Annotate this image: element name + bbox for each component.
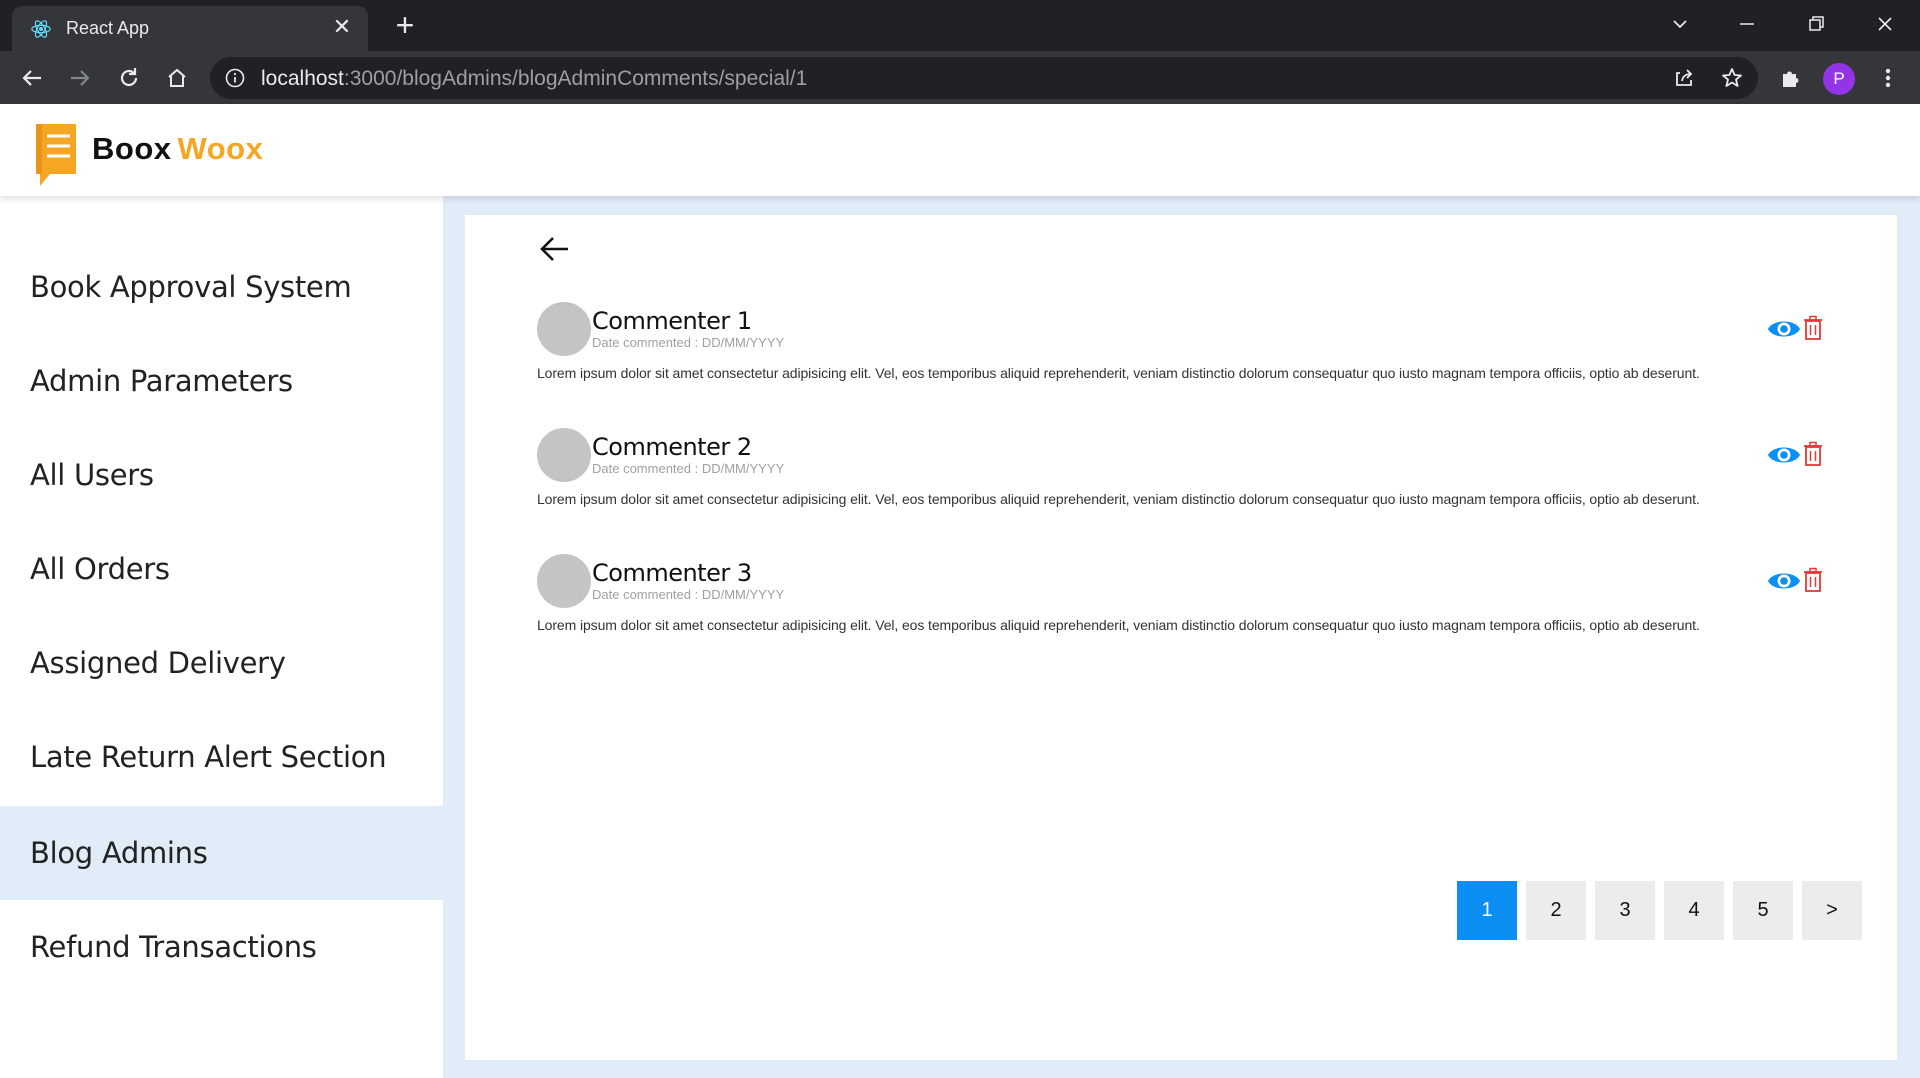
tab-title: React App: [66, 18, 150, 38]
sidebar-item-late-return-alert-section[interactable]: Late Return Alert Section: [0, 710, 443, 804]
comment-item: Commenter 3 Date commented : DD/MM/YYYY …: [537, 554, 1827, 664]
comment-text: Lorem ipsum dolor sit amet consectetur a…: [537, 617, 1700, 633]
forward-icon[interactable]: [66, 64, 94, 92]
comment-text: Lorem ipsum dolor sit amet consectetur a…: [537, 491, 1700, 507]
commenter-avatar: [537, 428, 591, 482]
tab-search-chevron-icon[interactable]: [1666, 10, 1694, 38]
more-menu-icon[interactable]: [1874, 64, 1902, 92]
home-icon[interactable]: [163, 64, 191, 92]
restore-icon[interactable]: [1802, 10, 1830, 38]
page-button-4[interactable]: 4: [1664, 881, 1724, 940]
commenter-name: Commenter 3: [592, 559, 752, 587]
sidebar-item-book-approval-system[interactable]: Book Approval System: [0, 240, 443, 334]
browser-toolbar: localhost:3000/blogAdmins/blogAdminComme…: [0, 51, 1920, 104]
sidebar-item-refund-transactions[interactable]: Refund Transactions: [0, 900, 443, 994]
comment-item: Commenter 2 Date commented : DD/MM/YYYY …: [537, 428, 1827, 538]
close-window-icon[interactable]: [1871, 10, 1899, 38]
sidebar: Book Approval System Admin Parameters Al…: [0, 196, 443, 1078]
share-icon[interactable]: [1670, 64, 1698, 92]
address-bar[interactable]: localhost:3000/blogAdmins/blogAdminComme…: [210, 57, 1758, 99]
back-icon[interactable]: [18, 64, 46, 92]
extensions-puzzle-icon[interactable]: [1777, 64, 1805, 92]
sidebar-item-assigned-delivery[interactable]: Assigned Delivery: [0, 616, 443, 710]
reload-icon[interactable]: [115, 64, 143, 92]
page-button-2[interactable]: 2: [1526, 881, 1586, 940]
browser-tab-bar: React App ✕ +: [0, 0, 1920, 51]
comment-item: Commenter 1 Date commented : DD/MM/YYYY …: [537, 302, 1827, 412]
page-button-1[interactable]: 1: [1457, 881, 1517, 940]
comment-date: Date commented : DD/MM/YYYY: [592, 587, 785, 602]
next-page-button[interactable]: >: [1802, 881, 1862, 940]
tab-close-icon[interactable]: ✕: [330, 15, 354, 39]
sidebar-item-admin-parameters[interactable]: Admin Parameters: [0, 334, 443, 428]
profile-avatar[interactable]: P: [1823, 63, 1855, 95]
view-eye-icon[interactable]: [1767, 568, 1801, 594]
comment-text: Lorem ipsum dolor sit amet consectetur a…: [537, 365, 1700, 381]
app-header: Boox Woox: [0, 104, 1920, 196]
commenter-name: Commenter 1: [592, 307, 752, 335]
comment-date: Date commented : DD/MM/YYYY: [592, 335, 785, 350]
delete-trash-icon[interactable]: [1803, 567, 1823, 593]
sidebar-item-all-users[interactable]: All Users: [0, 428, 443, 522]
minimize-icon[interactable]: [1733, 10, 1761, 38]
commenter-avatar: [537, 302, 591, 356]
sidebar-item-blog-admins[interactable]: Blog Admins: [0, 806, 443, 900]
commenter-avatar: [537, 554, 591, 608]
new-tab-button[interactable]: +: [390, 9, 420, 41]
view-eye-icon[interactable]: [1767, 442, 1801, 468]
book-logo-icon[interactable]: [30, 120, 82, 188]
page-button-5[interactable]: 5: [1733, 881, 1793, 940]
back-arrow-icon[interactable]: [538, 232, 572, 266]
view-eye-icon[interactable]: [1767, 316, 1801, 342]
delete-trash-icon[interactable]: [1803, 441, 1823, 467]
react-logo-icon: [31, 20, 51, 38]
url-text: localhost:3000/blogAdmins/blogAdminComme…: [261, 67, 808, 90]
sidebar-item-all-orders[interactable]: All Orders: [0, 522, 443, 616]
bookmark-star-icon[interactable]: [1718, 64, 1746, 92]
commenter-name: Commenter 2: [592, 433, 752, 461]
comment-date: Date commented : DD/MM/YYYY: [592, 461, 785, 476]
browser-tab[interactable]: React App ✕: [12, 6, 368, 51]
page-button-3[interactable]: 3: [1595, 881, 1655, 940]
delete-trash-icon[interactable]: [1803, 315, 1823, 341]
site-info-icon[interactable]: [224, 67, 246, 89]
brand-name[interactable]: Boox Woox: [92, 131, 263, 167]
